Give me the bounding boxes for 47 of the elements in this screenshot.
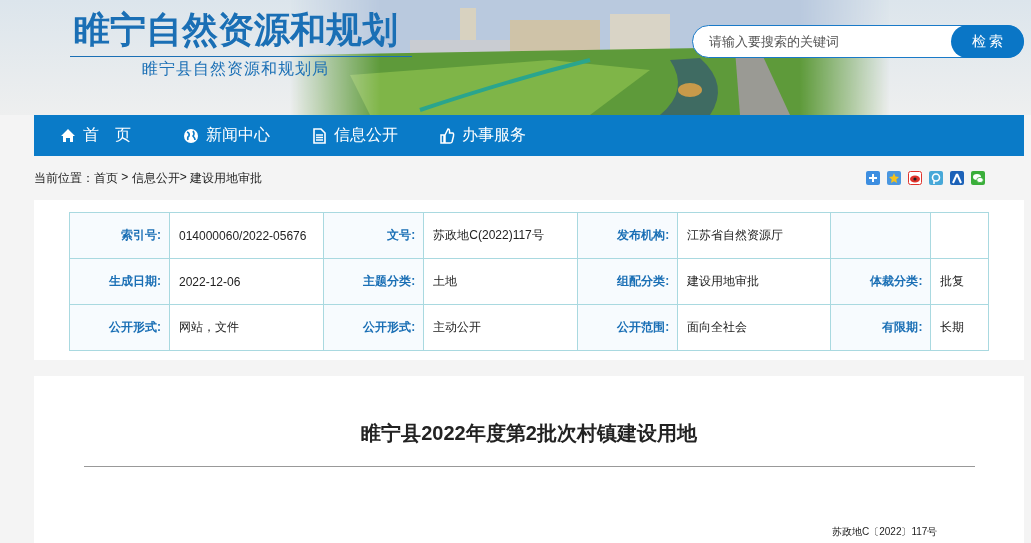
document-number: 苏政地C〔2022〕117号	[832, 526, 938, 537]
table-cell: 长期	[930, 304, 989, 351]
site-title: 睢宁自然资源和规划	[70, 8, 412, 57]
table-cell: 2022-12-06	[169, 258, 324, 305]
breadcrumb-link[interactable]: 信息公开	[131, 169, 180, 187]
thumbs-up-icon	[439, 127, 455, 144]
globe-icon	[183, 127, 199, 144]
person-icon[interactable]	[950, 171, 964, 185]
table-cell: 014000060/2022-05676	[169, 212, 324, 259]
table-cell: 建设用地审批	[677, 258, 831, 305]
home-icon	[60, 127, 76, 144]
star-icon[interactable]	[887, 171, 901, 185]
table-cell: 索引号:	[69, 212, 170, 259]
search-button[interactable]: 检 索	[951, 25, 1024, 58]
table-cell: 文号:	[323, 212, 424, 259]
plus-icon[interactable]	[866, 171, 880, 185]
nav-link[interactable]: 办事服务	[439, 125, 541, 146]
table-cell: 生成日期:	[69, 258, 170, 305]
document-icon	[311, 127, 327, 144]
table-cell: 公开范围:	[577, 304, 678, 351]
table-cell: 主题分类:	[323, 258, 424, 305]
table-cell: 公开形式:	[323, 304, 424, 351]
nav-link[interactable]: 信息公开	[311, 125, 413, 146]
table-cell: 面向全社会	[677, 304, 831, 351]
eye-icon[interactable]	[908, 171, 922, 185]
breadcrumb-separator: >	[179, 169, 188, 186]
table-cell: 组配分类:	[577, 258, 678, 305]
table-cell: 发布机构:	[577, 212, 678, 259]
site-subtitle: 睢宁县自然资源和规划局	[142, 59, 330, 79]
table-cell: 公开形式:	[69, 304, 170, 351]
table-cell: 有限期:	[830, 304, 931, 351]
chat-bubbles-icon[interactable]	[971, 171, 985, 185]
table-cell: 主动公开	[423, 304, 578, 351]
table-cell: 批复	[930, 258, 989, 305]
breadcrumb-link[interactable]: 首页	[94, 169, 118, 187]
breadcrumb-separator: >	[120, 169, 130, 186]
ring-icon[interactable]	[929, 171, 943, 185]
nav-link[interactable]: 首 页	[60, 125, 157, 146]
nav-link[interactable]: 新闻中心	[183, 125, 285, 146]
table-cell: 网站，文件	[169, 304, 324, 351]
table-cell: 土地	[423, 258, 578, 305]
table-cell: 苏政地C(2022)117号	[423, 212, 578, 259]
breadcrumb-label: 当前位置：	[34, 169, 94, 187]
table-cell: 体裁分类:	[830, 258, 931, 305]
table-cell: 江苏省自然资源厅	[677, 212, 831, 259]
article-title: 睢宁县2022年度第2批次村镇建设用地	[360, 421, 698, 446]
breadcrumb-link[interactable]: 建设用地审批	[190, 169, 263, 187]
